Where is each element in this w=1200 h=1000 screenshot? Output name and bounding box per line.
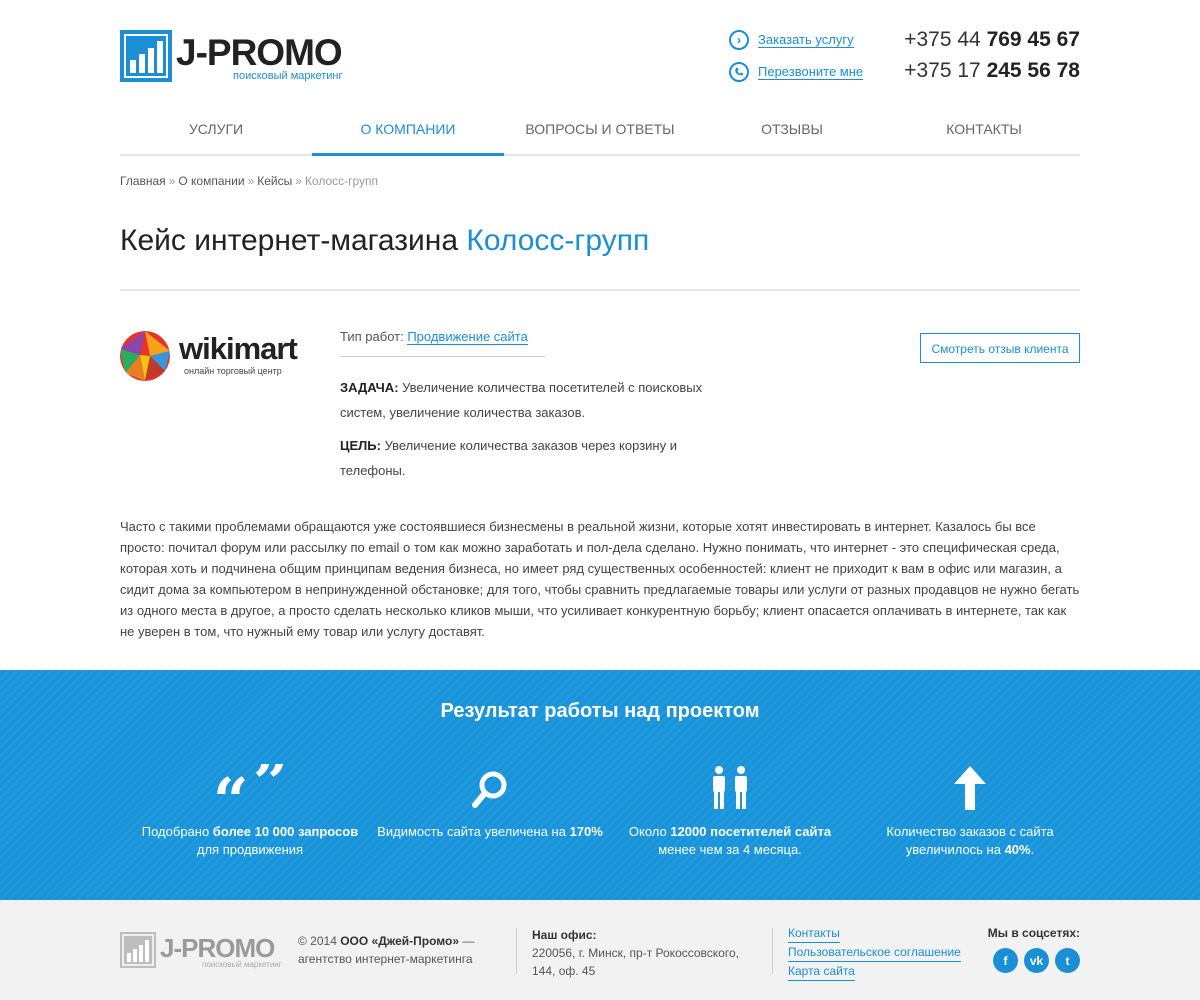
nav-item-about[interactable]: О компании [312, 100, 504, 156]
page-title: Кейс интернет-магазина Колосс-групп [120, 224, 650, 257]
footer-divider [772, 928, 773, 974]
site-header: J-PROMO поисковый маркетинг › Заказать у… [120, 0, 1080, 100]
people-icon [610, 758, 850, 810]
phone-mobile[interactable]: +375 44 769 45 67 [904, 27, 1080, 58]
quote-icon: “ ” [130, 758, 370, 810]
work-type-link[interactable]: Продвижение сайта [407, 329, 528, 345]
phone-numbers: +375 44 769 45 67 +375 17 245 56 78 [904, 27, 1080, 89]
vk-icon[interactable]: vk [1024, 948, 1049, 973]
facebook-icon[interactable]: f [993, 948, 1018, 973]
breadcrumb-home[interactable]: Главная [120, 174, 166, 188]
result-stats: “ ” Подобрано более 10 000 запросов для … [130, 758, 1090, 859]
client-tagline: онлайн торговый центр [184, 366, 282, 376]
logo-tagline: поисковый маркетинг [233, 70, 343, 82]
stat-orders: Количество заказов с сайта увеличилось н… [850, 758, 1090, 859]
header-actions: › Заказать услугу Перезвоните мне [729, 28, 864, 92]
stat-visibility: Видимость сайта увеличена на 170% [370, 758, 610, 859]
twitter-icon[interactable]: t [1055, 948, 1080, 973]
client-name: wikimart [179, 331, 298, 366]
main-nav: Услуги О компании Вопросы и ответы Отзыв… [120, 100, 1080, 156]
case-summary: wikimart онлайн торговый центр Тип работ… [120, 291, 1080, 501]
case-task: ЗАДАЧА: Увеличение количества посетителе… [340, 380, 703, 420]
svg-text:“: “ [213, 764, 249, 810]
footer-logo-chart-icon [120, 932, 156, 968]
phone-icon [729, 62, 749, 82]
footer-logo-text: J-PROMO [160, 933, 275, 963]
case-goal: ЦЕЛЬ: Увеличение количества заказов чере… [340, 438, 677, 478]
logo-chart-icon [120, 30, 172, 82]
view-review-button[interactable]: Смотреть отзыв клиента [920, 333, 1080, 363]
search-icon [370, 758, 610, 810]
footer-divider [516, 928, 517, 974]
footer-link-contacts[interactable]: Контакты [788, 924, 840, 943]
nav-item-faq[interactable]: Вопросы и ответы [504, 100, 696, 154]
callback: Перезвоните мне [729, 60, 864, 84]
order-service-link[interactable]: Заказать услугу [758, 32, 854, 48]
nav-item-reviews[interactable]: Отзывы [696, 100, 888, 154]
phone-landline[interactable]: +375 17 245 56 78 [904, 58, 1080, 89]
case-info: Тип работ: Продвижение сайта ЗАДАЧА: Уве… [340, 329, 730, 483]
chevron-right-icon: › [729, 30, 749, 50]
work-type: Тип работ: Продвижение сайта [340, 329, 545, 357]
nav-item-contacts[interactable]: Контакты [888, 100, 1080, 154]
case-description: Часто с такими проблемами обращаются уже… [120, 519, 1080, 639]
footer-office: Наш офис: 220056, г. Минск, пр-т Рокоссо… [532, 926, 762, 980]
breadcrumb-cases[interactable]: Кейсы [257, 174, 292, 188]
logo-text: J-PROMO [176, 32, 343, 73]
breadcrumb: Главная» О компании» Кейсы» Колосс-групп [120, 174, 379, 188]
arrow-up-icon [850, 758, 1090, 810]
footer-logo-tagline: поисковый маркетинг [202, 960, 282, 969]
office-address: 220056, г. Минск, пр-т Рокоссовского, 14… [532, 946, 739, 978]
callback-link[interactable]: Перезвоните мне [758, 64, 864, 80]
order-service: › Заказать услугу [729, 28, 863, 52]
site-footer: J-PROMO поисковый маркетинг © 2014 ООО «… [0, 900, 1200, 1000]
nav-item-services[interactable]: Услуги [120, 100, 312, 154]
result-title: Результат работы над проектом [440, 700, 760, 722]
breadcrumb-current: Колосс-групп [304, 174, 379, 188]
result-section: Результат работы над проектом “ ” Подобр… [0, 670, 1200, 900]
breadcrumb-about[interactable]: О компании [178, 174, 244, 188]
footer-links: Контакты Пользовательское соглашение Кар… [788, 924, 961, 981]
stat-queries: “ ” Подобрано более 10 000 запросов для … [130, 758, 370, 859]
svg-text:”: ” [253, 764, 287, 810]
footer-link-agreement[interactable]: Пользовательское соглашение [788, 943, 961, 962]
footer-link-sitemap[interactable]: Карта сайта [788, 962, 855, 981]
footer-copyright: © 2014 ООО «Джей-Промо» — агентство инте… [298, 934, 475, 966]
footer-social: Мы в соцсетях: f vk t [988, 926, 1080, 973]
stat-visitors: Около 12000 посетителей сайта менее чем … [610, 758, 850, 859]
wikimart-ball-icon [120, 331, 170, 381]
